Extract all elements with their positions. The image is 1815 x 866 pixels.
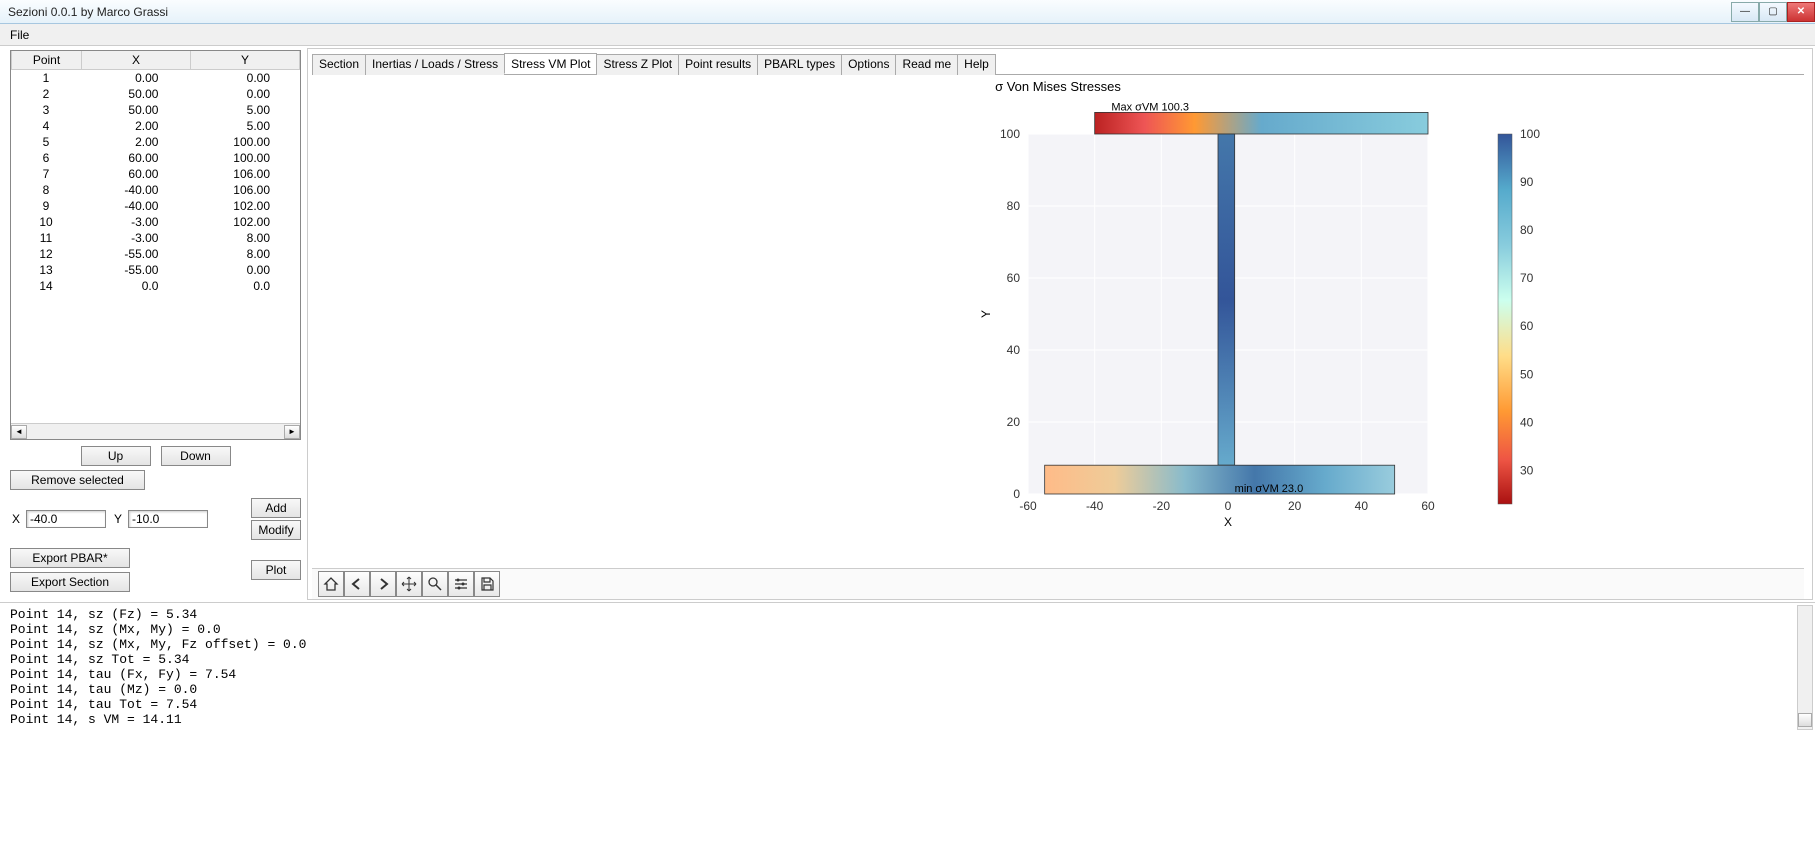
- tab-inertias[interactable]: Inertias / Loads / Stress: [365, 54, 505, 75]
- svg-text:80: 80: [1520, 223, 1534, 237]
- home-icon[interactable]: [318, 571, 344, 597]
- table-row[interactable]: 12-55.008.00: [11, 246, 300, 262]
- svg-text:60: 60: [1007, 271, 1021, 285]
- forward-icon[interactable]: [370, 571, 396, 597]
- svg-text:X: X: [1224, 515, 1232, 529]
- tab-pbarl[interactable]: PBARL types: [757, 54, 842, 75]
- table-hscroll[interactable]: ◄ ►: [11, 423, 300, 439]
- output-console[interactable]: Point 14, sz (Fz) = 5.34 Point 14, sz (M…: [0, 602, 1815, 732]
- export-pbar-button[interactable]: Export PBAR*: [10, 548, 130, 568]
- titlebar: Sezioni 0.0.1 by Marco Grassi — ▢ ✕: [0, 0, 1815, 24]
- svg-text:60: 60: [1421, 499, 1435, 513]
- tab-stress-z[interactable]: Stress Z Plot: [596, 54, 679, 75]
- table-row[interactable]: 11-3.008.00: [11, 230, 300, 246]
- svg-text:20: 20: [1288, 499, 1302, 513]
- table-row[interactable]: 350.005.00: [11, 102, 300, 118]
- svg-text:Y: Y: [979, 310, 993, 318]
- tab-options[interactable]: Options: [841, 54, 896, 75]
- table-row[interactable]: 42.005.00: [11, 118, 300, 134]
- stress-plot[interactable]: -60 -40 -20 0 20 40 60 0 20 40 60 80 100 X Y Max σVM 10…: [558, 94, 1558, 554]
- table-row[interactable]: 8-40.00106.00: [11, 182, 300, 198]
- table-row[interactable]: 13-55.000.00: [11, 262, 300, 278]
- svg-text:40: 40: [1355, 499, 1369, 513]
- y-input[interactable]: [128, 510, 208, 528]
- svg-text:20: 20: [1007, 415, 1021, 429]
- tab-stress-vm[interactable]: Stress VM Plot: [504, 53, 597, 74]
- svg-text:-40: -40: [1086, 499, 1104, 513]
- svg-text:100: 100: [1000, 127, 1020, 141]
- svg-text:40: 40: [1007, 343, 1021, 357]
- remove-selected-button[interactable]: Remove selected: [10, 470, 145, 490]
- scroll-left-icon[interactable]: ◄: [11, 425, 27, 439]
- window-title: Sezioni 0.0.1 by Marco Grassi: [8, 5, 1731, 19]
- x-input[interactable]: [26, 510, 106, 528]
- tabs: Section Inertias / Loads / Stress Stress…: [312, 53, 1804, 75]
- col-point[interactable]: Point: [12, 51, 82, 70]
- modify-button[interactable]: Modify: [251, 520, 301, 540]
- table-row[interactable]: 250.000.00: [11, 86, 300, 102]
- export-section-button[interactable]: Export Section: [10, 572, 130, 592]
- svg-text:min σVM 23.0: min σVM 23.0: [1235, 483, 1304, 495]
- svg-text:90: 90: [1520, 175, 1534, 189]
- svg-text:80: 80: [1007, 199, 1021, 213]
- plot-title: σ Von Mises Stresses: [312, 79, 1804, 94]
- scroll-right-icon[interactable]: ►: [284, 425, 300, 439]
- table-row[interactable]: 760.00106.00: [11, 166, 300, 182]
- main-area: Point X Y 10.000.00250.000.00350.005.004…: [0, 46, 1815, 602]
- tab-help[interactable]: Help: [957, 54, 996, 75]
- points-table: Point X Y 10.000.00250.000.00350.005.004…: [10, 50, 301, 440]
- save-icon[interactable]: [474, 571, 500, 597]
- col-y[interactable]: Y: [191, 51, 300, 70]
- x-label: X: [10, 512, 20, 526]
- tab-point-results[interactable]: Point results: [678, 54, 758, 75]
- configure-icon[interactable]: [448, 571, 474, 597]
- svg-text:50: 50: [1520, 367, 1534, 381]
- close-button[interactable]: ✕: [1787, 2, 1815, 22]
- left-panel: Point X Y 10.000.00250.000.00350.005.004…: [0, 46, 305, 602]
- maximize-button[interactable]: ▢: [1759, 2, 1787, 22]
- table-row[interactable]: 52.00100.00: [11, 134, 300, 150]
- plot-area: σ Von Mises Stresses -60 -40 -20 0 20 40 60 0 20…: [312, 75, 1804, 568]
- svg-text:Max σVM 100.3: Max σVM 100.3: [1111, 101, 1189, 113]
- col-x[interactable]: X: [82, 51, 191, 70]
- console-scrollbar[interactable]: [1797, 605, 1813, 730]
- svg-text:40: 40: [1520, 415, 1534, 429]
- menubar: File: [0, 24, 1815, 46]
- plot-button[interactable]: Plot: [251, 560, 301, 580]
- table-row[interactable]: 660.00100.00: [11, 150, 300, 166]
- svg-text:100: 100: [1520, 127, 1540, 141]
- tab-section[interactable]: Section: [312, 54, 366, 75]
- svg-text:30: 30: [1520, 463, 1534, 477]
- svg-text:0: 0: [1013, 487, 1020, 501]
- down-button[interactable]: Down: [161, 446, 231, 466]
- file-menu[interactable]: File: [0, 26, 39, 44]
- tab-readme[interactable]: Read me: [895, 54, 958, 75]
- pan-icon[interactable]: [396, 571, 422, 597]
- svg-text:-20: -20: [1153, 499, 1171, 513]
- table-row[interactable]: 140.00.0: [11, 278, 300, 294]
- svg-text:-60: -60: [1019, 499, 1037, 513]
- add-button[interactable]: Add: [251, 498, 301, 518]
- svg-text:70: 70: [1520, 271, 1534, 285]
- y-label: Y: [112, 512, 122, 526]
- table-row[interactable]: 10-3.00102.00: [11, 214, 300, 230]
- zoom-icon[interactable]: [422, 571, 448, 597]
- window-controls: — ▢ ✕: [1731, 2, 1815, 22]
- back-icon[interactable]: [344, 571, 370, 597]
- up-button[interactable]: Up: [81, 446, 151, 466]
- table-row[interactable]: 9-40.00102.00: [11, 198, 300, 214]
- plot-toolbar: [312, 568, 1804, 599]
- svg-text:60: 60: [1520, 319, 1534, 333]
- right-panel: Section Inertias / Loads / Stress Stress…: [307, 48, 1813, 600]
- minimize-button[interactable]: —: [1731, 2, 1759, 22]
- svg-text:0: 0: [1225, 499, 1232, 513]
- table-row[interactable]: 10.000.00: [11, 70, 300, 86]
